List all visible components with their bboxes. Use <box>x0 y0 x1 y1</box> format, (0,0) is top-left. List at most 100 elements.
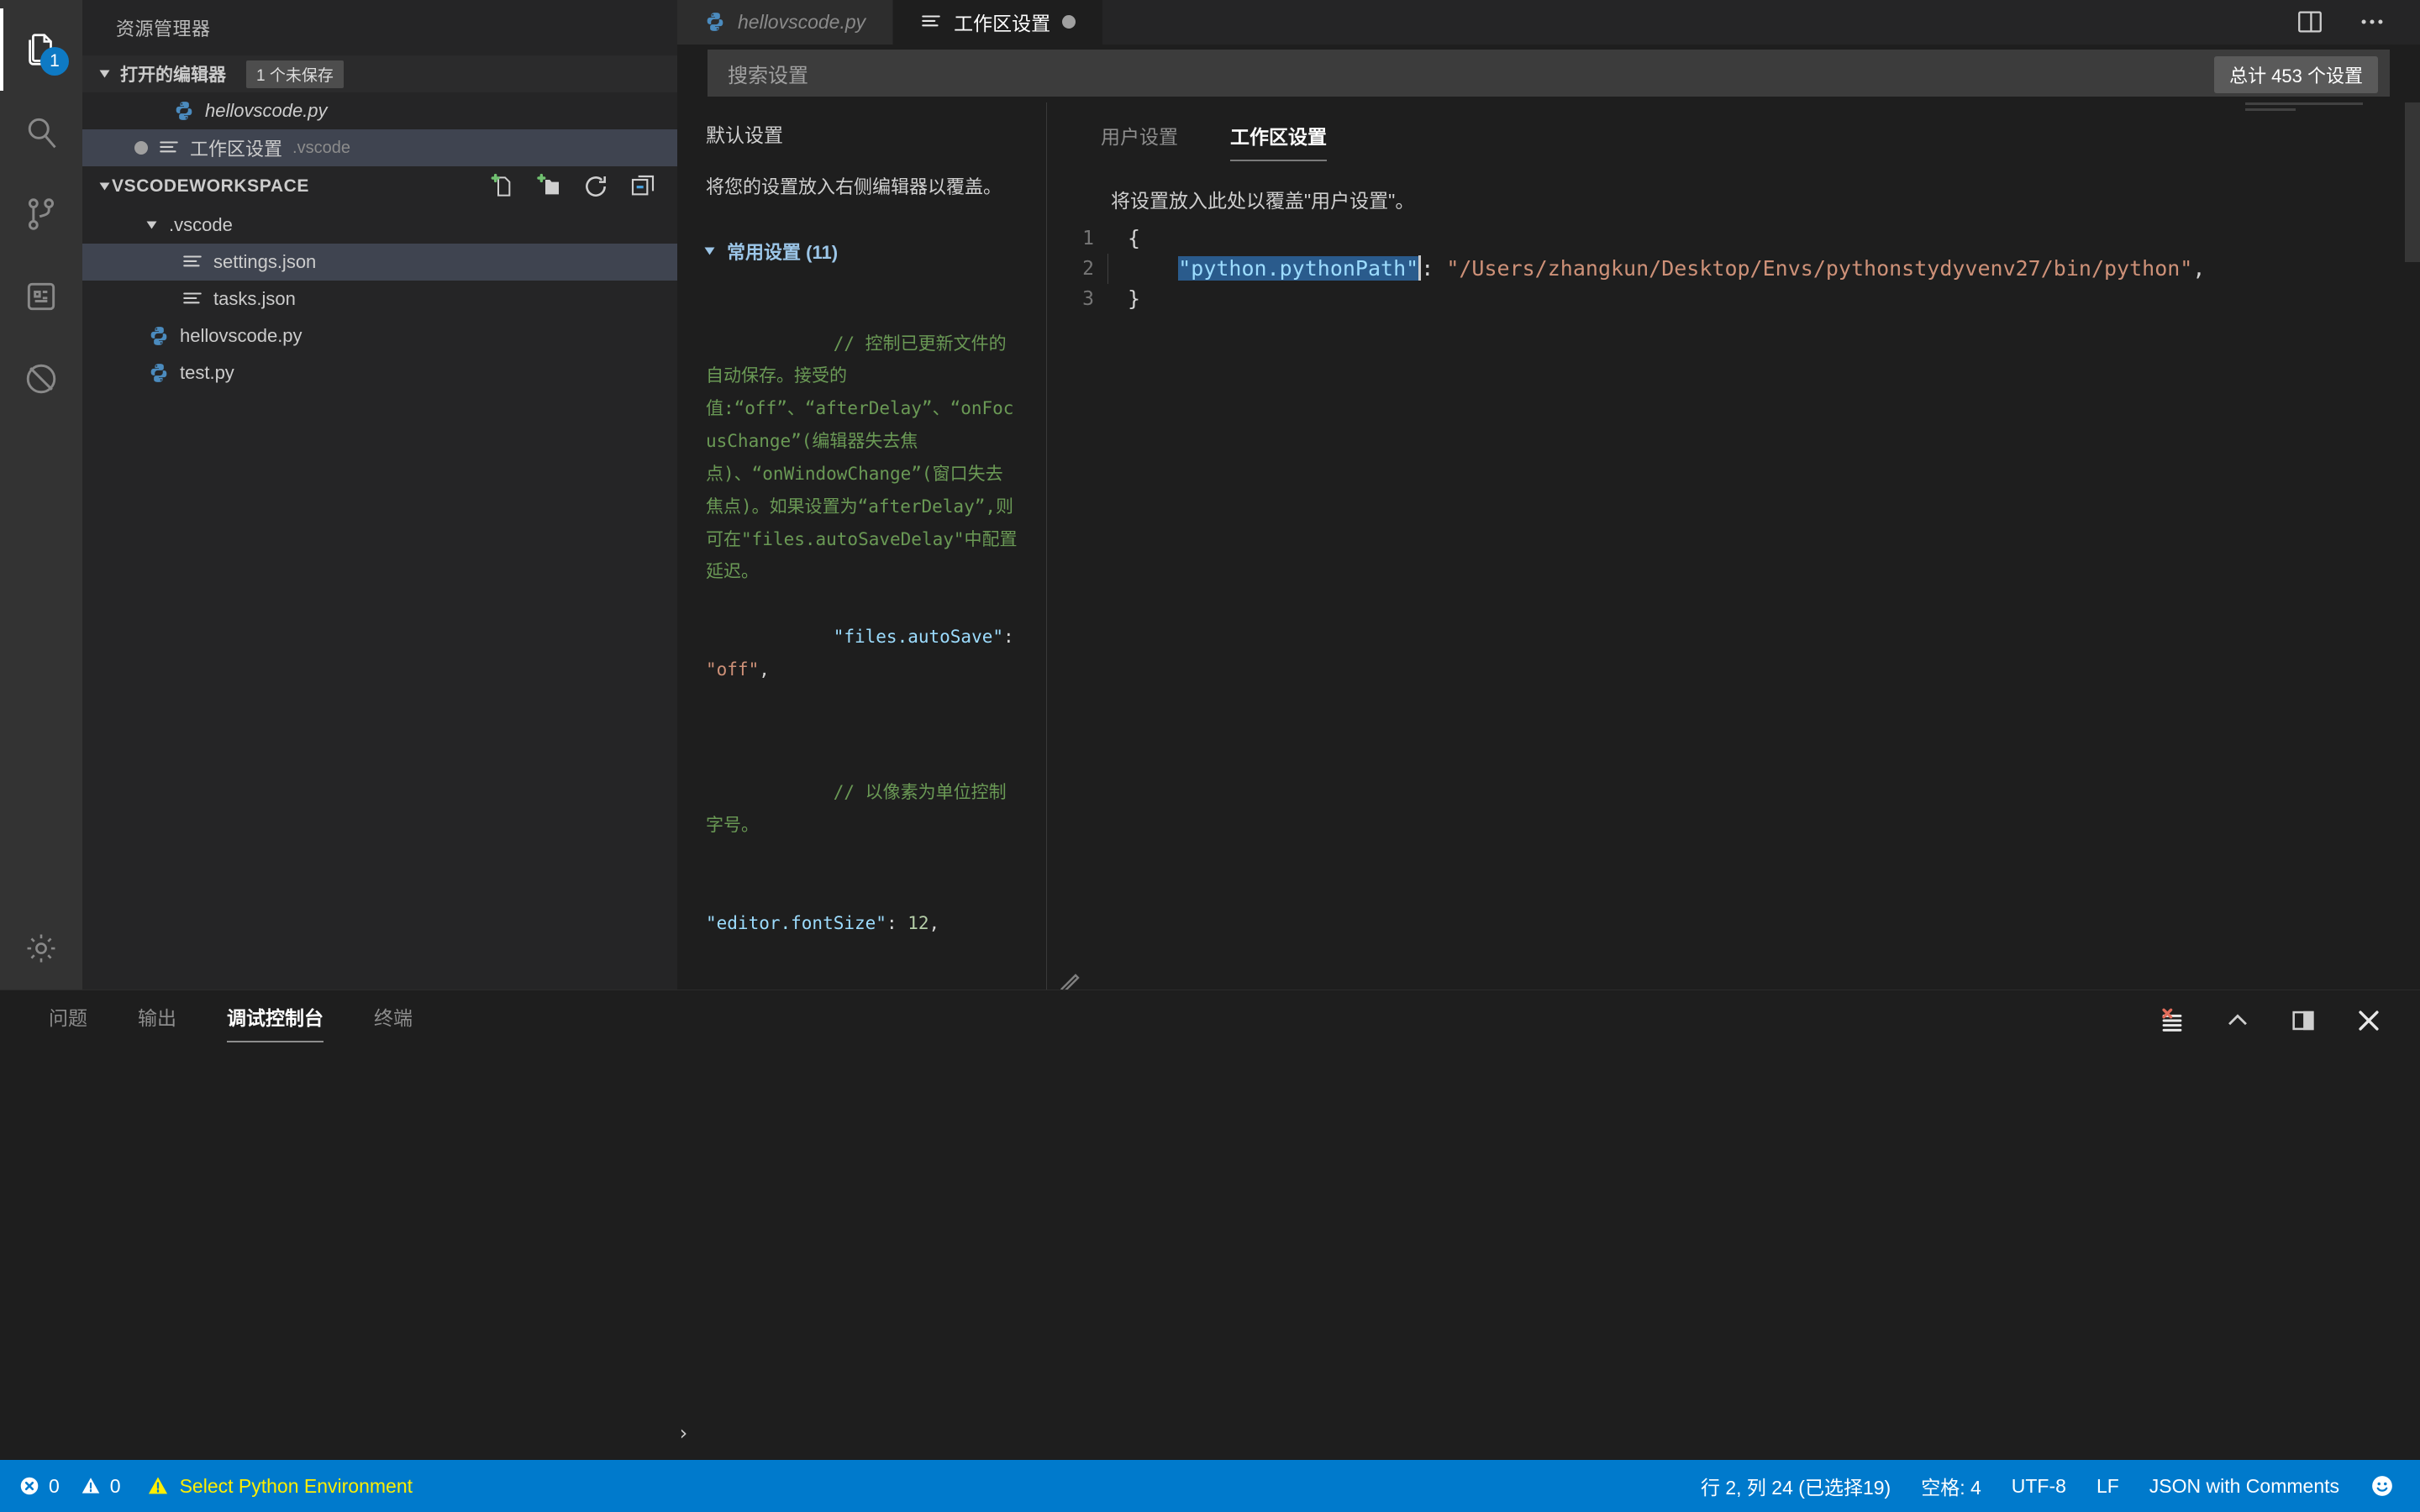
status-indentation[interactable]: 空格: 4 <box>1921 1472 1981 1500</box>
smiley-icon <box>2372 1476 2392 1496</box>
debug-console-input-row[interactable]: › <box>0 1406 2420 1460</box>
status-bar-right: 行 2, 列 24 (已选择19) 空格: 4 UTF-8 LF JSON wi… <box>1701 1472 2420 1500</box>
dirty-indicator-icon[interactable] <box>134 141 148 155</box>
workspace-section-header[interactable]: VSCODEWORKSPACE <box>82 166 677 207</box>
python-icon <box>150 364 167 382</box>
tree-item-label: settings.json <box>213 251 317 272</box>
workspace-name: VSCODEWORKSPACE <box>112 176 309 196</box>
setting-value: 12 <box>908 912 929 933</box>
settings-group-commonly-used[interactable]: 常用设置 (11) <box>704 238 1018 265</box>
new-file-icon[interactable] <box>487 172 516 201</box>
console-prompt: › <box>677 1421 690 1445</box>
search-settings-input[interactable]: 搜索设置 总计 453 个设置 <box>708 50 2390 97</box>
default-settings-title: 默认设置 <box>706 123 783 146</box>
new-folder-icon[interactable] <box>534 172 563 201</box>
editor-scrollbar[interactable] <box>2405 102 2420 262</box>
line-content: } <box>1128 286 1141 311</box>
status-cursor-position[interactable]: 行 2, 列 24 (已选择19) <box>1701 1472 1891 1500</box>
minimap-line <box>2245 102 2363 105</box>
setting-trailing: , <box>759 659 770 680</box>
setting-value: "off" <box>706 659 760 680</box>
tree-item-hellovscode-py[interactable]: hellovscode.py <box>82 318 677 354</box>
activity-bar: 1 <box>0 0 82 990</box>
settings-json-editor[interactable]: 1 { 2 "python.pythonPath": "/Users/zhang… <box>1047 223 2420 314</box>
setting-key: "files.autoSave" <box>833 627 1004 648</box>
open-editor-item-workspace-settings[interactable]: 工作区设置 .vscode <box>82 129 677 166</box>
edit-pencil-icon[interactable] <box>1055 968 1086 990</box>
debug-console-output[interactable] <box>0 1051 2420 1406</box>
tab-workspace-settings-scope[interactable]: 工作区设置 <box>1230 121 1327 161</box>
close-icon[interactable] <box>2354 1006 2383 1035</box>
split-editor-icon[interactable] <box>2296 8 2324 36</box>
activity-item-source-control[interactable] <box>0 173 82 255</box>
python-icon <box>150 327 167 345</box>
status-eol[interactable]: LF <box>2096 1475 2119 1498</box>
chevron-down-icon <box>704 247 715 255</box>
maximize-panel-icon[interactable] <box>2289 1006 2317 1035</box>
status-problems[interactable]: 0 0 <box>18 1475 121 1498</box>
tree-item-vscode-folder[interactable]: .vscode <box>82 207 677 244</box>
settings-count-badge: 总计 453 个设置 <box>2214 56 2378 94</box>
open-editor-item-hellovscode[interactable]: hellovscode.py <box>82 92 677 129</box>
editor-minimap[interactable] <box>2245 102 2405 153</box>
open-editors-header[interactable]: 打开的编辑器 1 个未保存 <box>82 55 677 92</box>
json-icon <box>183 292 202 304</box>
panel-tab-output[interactable]: 输出 <box>138 1002 176 1039</box>
refresh-icon[interactable] <box>581 172 610 201</box>
panel-tab-terminal[interactable]: 终端 <box>374 1002 413 1039</box>
workspace-tools <box>487 172 677 201</box>
status-python-environment[interactable]: Select Python Environment <box>146 1474 413 1498</box>
tab-workspace-settings[interactable]: 工作区设置 <box>893 0 1104 45</box>
setting-trailing: , <box>929 912 940 933</box>
tab-hellovscode-py[interactable]: hellovscode.py <box>677 0 894 45</box>
activity-item-debug[interactable] <box>0 255 82 338</box>
default-setting-block-editor-fontsize: // 以像素为单位控制字号。 "editor.fontSize": 12, <box>706 782 1007 933</box>
activity-item-explorer[interactable]: 1 <box>0 8 82 91</box>
dirty-indicator-icon[interactable] <box>1062 15 1076 29</box>
status-language-mode[interactable]: JSON with Comments <box>2149 1475 2339 1498</box>
explorer-badge: 1 <box>40 47 69 76</box>
tab-label: 工作区设置 <box>954 13 1051 35</box>
panel-actions <box>2158 1006 2420 1035</box>
value-token: "/Users/zhangkun/Desktop/Envs/pythonstyd… <box>1446 255 2193 281</box>
clear-console-icon[interactable] <box>2158 1006 2186 1035</box>
status-feedback[interactable] <box>2370 1473 2395 1499</box>
line-number: 2 <box>1082 257 1094 280</box>
json-icon <box>183 255 202 267</box>
setting-key: "editor.fontSize" <box>706 912 886 933</box>
tree-item-tasks-json[interactable]: tasks.json <box>82 281 677 318</box>
editor-line-1: 1 { <box>1047 223 2420 254</box>
activity-item-manage[interactable] <box>0 907 82 990</box>
python-icon <box>176 102 192 120</box>
settings-panes: 默认设置 将您的设置放入右侧编辑器以覆盖。 常用设置 (11) // 控制已更新… <box>677 102 2420 990</box>
tree-item-label: tasks.json <box>213 288 296 309</box>
tree-item-label: test.py <box>180 362 234 383</box>
panel-tab-problems[interactable]: 问题 <box>49 1002 87 1039</box>
line-content: "python.pythonPath": "/Users/zhangkun/De… <box>1107 253 2205 284</box>
status-encoding[interactable]: UTF-8 <box>2012 1475 2066 1498</box>
line-number: 1 <box>1082 227 1094 249</box>
error-count: 0 <box>49 1474 60 1497</box>
chevron-up-icon[interactable] <box>2223 1006 2252 1035</box>
tree-item-settings-json[interactable]: settings.json <box>82 244 677 281</box>
editor-line-3: 3 } <box>1047 284 2420 314</box>
search-placeholder: 搜索设置 <box>728 64 808 87</box>
activity-item-extensions[interactable] <box>0 338 82 420</box>
tab-label: hellovscode.py <box>738 10 866 33</box>
debug-icon <box>27 282 55 311</box>
warning-triangle-icon <box>148 1477 167 1494</box>
search-icon <box>28 118 56 149</box>
workspace-settings-pane: 用户设置 工作区设置 将设置放入此处以覆盖"用户设置"。 1 { 2 "pyth… <box>1047 102 2420 990</box>
line-number: 3 <box>1082 287 1094 310</box>
panel-tab-debug-console[interactable]: 调试控制台 <box>227 1002 324 1042</box>
settings-scope-tabs: 用户设置 工作区设置 <box>1047 102 2420 161</box>
tree-item-test-py[interactable]: test.py <box>82 354 677 391</box>
open-editors-label: 打开的编辑器 <box>120 66 226 85</box>
tab-user-settings[interactable]: 用户设置 <box>1101 121 1178 161</box>
more-actions-icon[interactable] <box>2358 8 2386 36</box>
selected-key-token[interactable]: "python.pythonPath" <box>1178 255 1419 281</box>
collapse-all-icon[interactable] <box>629 172 657 201</box>
activity-item-search[interactable] <box>0 91 82 173</box>
status-bar-left: 0 0 Select Python Environment <box>0 1474 413 1498</box>
panel-tabs: 问题 输出 调试控制台 终端 <box>0 990 2420 1051</box>
